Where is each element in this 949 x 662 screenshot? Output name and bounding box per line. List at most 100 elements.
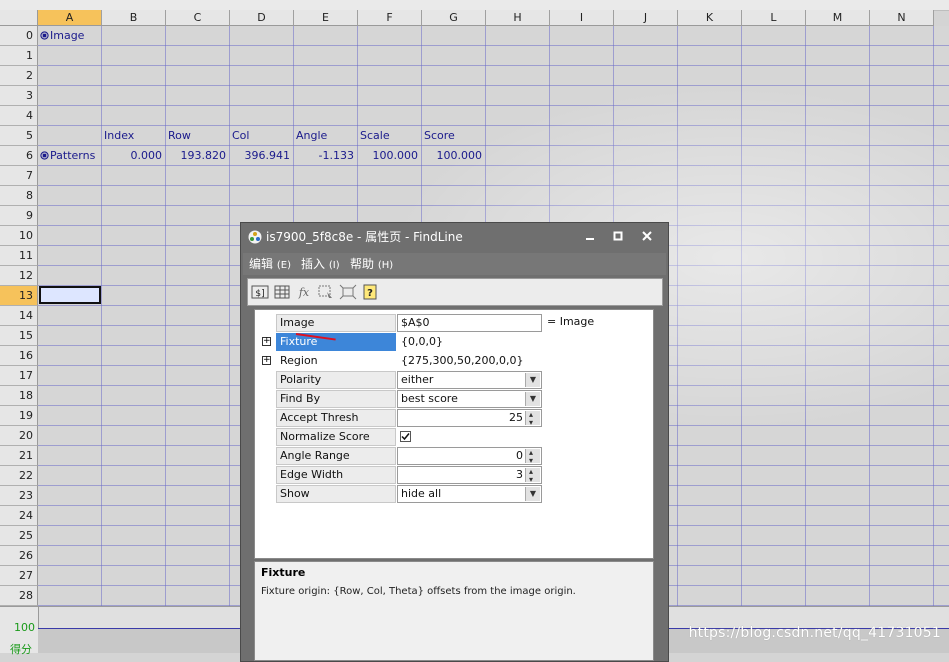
row-header[interactable]: 2 [0, 66, 38, 86]
graph-axis-label: 得分 [10, 643, 32, 656]
chevron-down-icon[interactable]: ▼ [525, 487, 540, 501]
column-header-e[interactable]: E [294, 10, 358, 26]
row-header[interactable]: 10 [0, 226, 38, 246]
prop-fixture-value[interactable]: {0,0,0} [397, 333, 542, 351]
menu-edit-label: 编辑 [249, 257, 274, 271]
dialog-titlebar[interactable]: is7900_5f8c8e - 属性页 - FindLine [241, 223, 668, 251]
prop-polarity-select[interactable]: either ▼ [397, 371, 542, 389]
column-header-j[interactable]: J [614, 10, 678, 26]
column-header-b[interactable]: B [102, 10, 166, 26]
cell-a0[interactable]: Image [40, 26, 84, 46]
prop-fixture-label[interactable]: Fixture [276, 333, 396, 351]
spinner-icon[interactable] [525, 445, 540, 469]
column-header-m[interactable]: M [806, 10, 870, 26]
row-header[interactable]: 12 [0, 266, 38, 286]
column-header-k[interactable]: K [678, 10, 742, 26]
row-header[interactable]: 28 [0, 586, 38, 606]
column-header-d[interactable]: D [230, 10, 294, 26]
menu-help[interactable]: 帮助 (H) [350, 253, 393, 277]
cell-g5[interactable]: Score [424, 126, 455, 146]
row-header[interactable]: 14 [0, 306, 38, 326]
row-header[interactable]: 27 [0, 566, 38, 586]
help-button[interactable]: ? [361, 284, 379, 300]
chevron-down-icon[interactable]: ▼ [525, 373, 540, 387]
spinner-icon[interactable] [525, 407, 540, 431]
cell-e6[interactable]: -1.133 [294, 146, 354, 166]
close-button[interactable] [634, 227, 660, 247]
maximize-button[interactable] [605, 227, 631, 247]
select-all-corner[interactable] [0, 10, 38, 26]
svg-text:fx: fx [298, 286, 310, 299]
row-header[interactable]: 19 [0, 406, 38, 426]
menu-edit[interactable]: 编辑 (E) [249, 253, 291, 277]
cell-f5[interactable]: Scale [360, 126, 390, 146]
prop-region-label[interactable]: Region [276, 352, 396, 370]
row-header[interactable]: 17 [0, 366, 38, 386]
row-header[interactable]: 8 [0, 186, 38, 206]
function-button[interactable]: fx [295, 284, 313, 300]
cell-c6[interactable]: 193.820 [166, 146, 227, 166]
cell-b6[interactable]: 0.000 [102, 146, 163, 166]
cell-d6[interactable]: 396.941 [230, 146, 291, 166]
row-header[interactable]: 24 [0, 506, 38, 526]
cell-b5[interactable]: Index [104, 126, 134, 146]
prop-region-value[interactable]: {275,300,50,200,0,0} [397, 352, 542, 370]
column-header-a[interactable]: A [38, 10, 102, 26]
column-header-f[interactable]: F [358, 10, 422, 26]
cell-a0-text: Image [50, 29, 85, 42]
prop-show-select[interactable]: hide all ▼ [397, 485, 542, 503]
row-header[interactable]: 6 [0, 146, 38, 166]
prop-angle-range-stepper[interactable]: 0 [397, 445, 542, 469]
prop-edge-width-stepper[interactable]: 3 [397, 464, 542, 488]
row-header[interactable]: 18 [0, 386, 38, 406]
row-header[interactable]: 20 [0, 426, 38, 446]
column-header-c[interactable]: C [166, 10, 230, 26]
cell-e5[interactable]: Angle [296, 126, 327, 146]
menu-insert[interactable]: 插入 (I) [301, 253, 340, 277]
fit-region-button[interactable] [339, 284, 357, 300]
select-region-button[interactable] [317, 284, 335, 300]
row-header[interactable]: 9 [0, 206, 38, 226]
row-header[interactable]: 22 [0, 466, 38, 486]
row-header[interactable]: 26 [0, 546, 38, 566]
row-header[interactable]: 23 [0, 486, 38, 506]
column-header-g[interactable]: G [422, 10, 486, 26]
cell-a6-text: Patterns [50, 149, 96, 162]
cell-f6[interactable]: 100.000 [358, 146, 419, 166]
table-button[interactable] [273, 284, 291, 300]
prop-image-label[interactable]: Image [276, 314, 396, 332]
row-header[interactable]: 15 [0, 326, 38, 346]
minimize-button[interactable] [577, 227, 603, 247]
prop-accept-thresh-stepper[interactable]: 25 [397, 407, 542, 431]
expand-fixture-icon[interactable]: + [262, 337, 271, 346]
dialog-menubar: 编辑 (E) 插入 (I) 帮助 (H) [243, 253, 666, 275]
select-region-icon [318, 285, 332, 298]
row-header[interactable]: 25 [0, 526, 38, 546]
cell-a6[interactable]: Patterns [40, 146, 95, 166]
column-header-h[interactable]: H [486, 10, 550, 26]
chevron-down-icon[interactable]: ▼ [525, 392, 540, 406]
column-header-l[interactable]: L [742, 10, 806, 26]
row-header[interactable]: 21 [0, 446, 38, 466]
row-header-selected[interactable]: 13 [0, 286, 38, 306]
cell-g6[interactable]: 100.000 [422, 146, 483, 166]
cell-c5[interactable]: Row [168, 126, 191, 146]
column-header-n[interactable]: N [870, 10, 934, 26]
spinner-icon[interactable] [525, 464, 540, 488]
row-header[interactable]: 7 [0, 166, 38, 186]
prop-find-by-select[interactable]: best score ▼ [397, 390, 542, 408]
row-header[interactable]: 1 [0, 46, 38, 66]
prop-image-value[interactable]: $A$0 [397, 314, 542, 332]
row-header[interactable]: 11 [0, 246, 38, 266]
row-header[interactable]: 4 [0, 106, 38, 126]
row-header[interactable]: 16 [0, 346, 38, 366]
expand-region-icon[interactable]: + [262, 356, 271, 365]
row-header[interactable]: 3 [0, 86, 38, 106]
cell-d5[interactable]: Col [232, 126, 249, 146]
absolute-reference-button[interactable]: $] [251, 284, 269, 300]
row-header[interactable]: 0 [0, 26, 38, 46]
column-header-i[interactable]: I [550, 10, 614, 26]
selected-cell-a13[interactable] [39, 286, 101, 304]
prop-normalize-score-checkbox[interactable] [400, 431, 411, 442]
row-header[interactable]: 5 [0, 126, 38, 146]
